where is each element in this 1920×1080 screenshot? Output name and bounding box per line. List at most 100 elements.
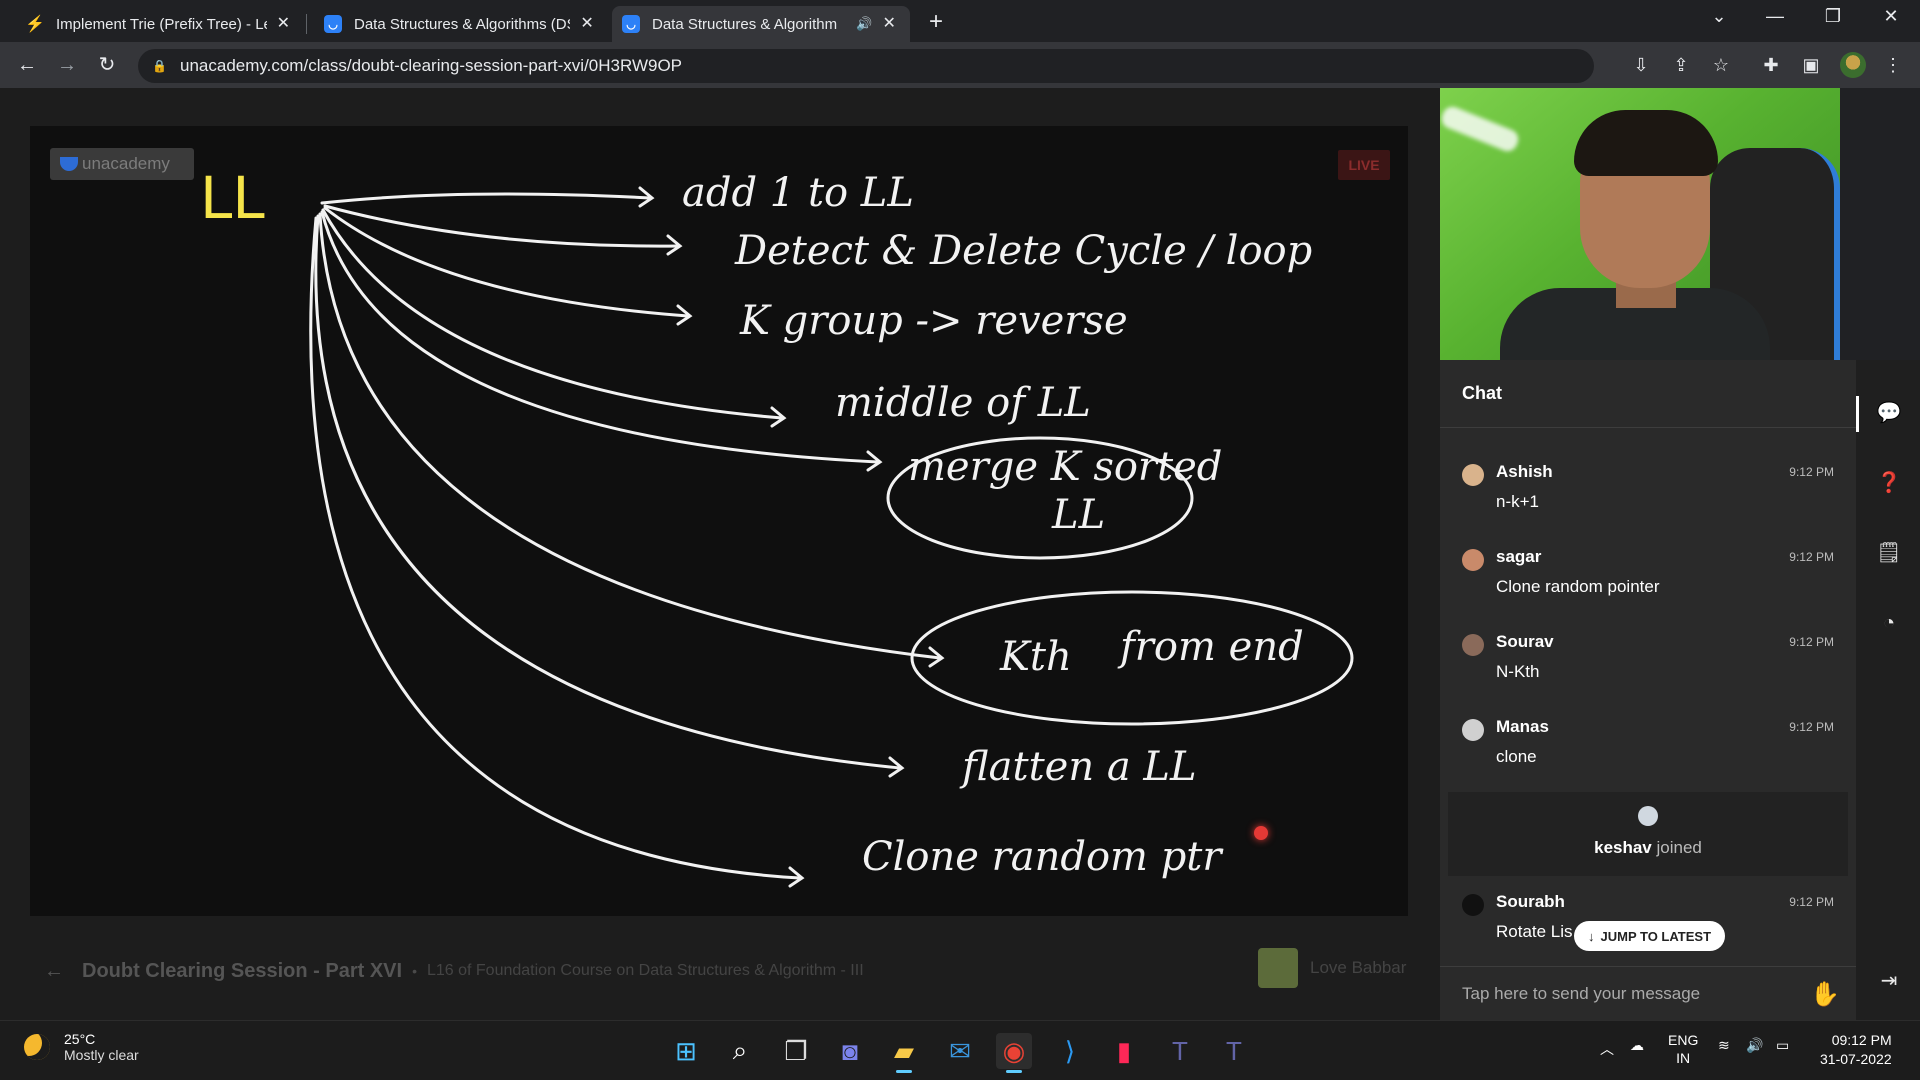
chrome-icon[interactable]: ◉ [996,1033,1032,1073]
note-merge-ll: LL [1051,492,1105,538]
session-title: Doubt Clearing Session - Part XVI [82,959,403,982]
note-detect-cycle: Detect & Delete Cycle / loop [734,228,1312,274]
chat-username: sagar [1496,547,1542,566]
side-rail: 💬 ❓ 🗒 ◔ ⇥ [1856,360,1920,1020]
new-tab-button[interactable]: + [922,8,950,36]
chat-text: n-k+1 [1496,492,1539,511]
close-tab-icon[interactable]: ✕ [578,15,596,33]
search-icon[interactable]: ⌕ [722,1033,758,1069]
arrow-down-icon: ↓ [1588,928,1595,944]
chat-username: Sourav [1496,632,1554,651]
wifi-icon[interactable]: ≋ [1718,1037,1730,1054]
note-add-one: add 1 to LL [682,170,914,216]
address-bar[interactable]: 🔒 unacademy.com/class/doubt-clearing-ses… [138,49,1594,83]
exit-icon[interactable]: ⇥ [1876,968,1902,994]
volume-icon[interactable]: 🔊 [1746,1037,1763,1054]
vscode-icon[interactable]: ⟩ [1052,1033,1088,1069]
tab-unacademy-1[interactable]: ◡ Data Structures & Algorithms (DS ✕ [314,6,606,42]
tab-title: Implement Trie (Prefix Tree) - Lee [56,15,267,33]
arrow-2 [323,204,680,248]
moon-icon [24,1034,50,1060]
share-icon[interactable]: ⇪ [1668,52,1694,78]
install-app-icon[interactable]: ⇩ [1628,52,1654,78]
separator-dot: • [412,963,417,979]
weather-widget[interactable]: 25°C Mostly clear [24,1031,139,1063]
join-notice: keshav joined [1448,792,1848,876]
educator-avatar [1258,948,1298,988]
close-window-button[interactable]: ✕ [1876,6,1906,27]
arrow-3 [323,206,690,318]
notes-heading: LL [200,164,265,232]
speaker-icon[interactable]: 🔊 [856,16,872,32]
teams-chat-icon[interactable]: ◙ [832,1033,868,1069]
extensions-puzzle-icon[interactable]: ✚ [1758,52,1784,78]
bookmark-star-icon[interactable]: ☆ [1708,52,1734,78]
leetcode-icon: ⚡ [25,16,45,33]
user-avatar [1462,464,1484,486]
chat-time: 9:12 PM [1789,550,1834,564]
user-avatar [1462,549,1484,571]
windows-taskbar: 25°C Mostly clear ⊞ ⌕ ❐ ◙ ▰ ✉ ◉ ⟩ ▮ T T … [0,1020,1920,1080]
tab-leetcode[interactable]: ⚡ Implement Trie (Prefix Tree) - Lee ✕ [16,6,302,42]
docker-icon[interactable]: ☁ [1630,1037,1644,1054]
notes-icon[interactable]: 🗒 [1876,540,1902,566]
chat-input-placeholder: Tap here to send your message [1462,983,1701,1003]
user-avatar [1462,634,1484,656]
tab-title: Data Structures & Algorithm [652,15,838,33]
clock-time: 09:12 PM [1831,1032,1892,1048]
back-arrow-icon[interactable]: ← [44,960,64,983]
chat-icon[interactable]: 💬 [1876,400,1902,426]
chat-username: Manas [1496,717,1549,736]
teams-work-icon[interactable]: T [1216,1033,1252,1069]
poll-icon[interactable]: ◔ [1876,610,1902,636]
teams-icon[interactable]: T [1162,1033,1198,1069]
url-text[interactable]: unacademy.com/class/doubt-clearing-sessi… [180,56,682,76]
battery-icon[interactable]: ▭ [1776,1037,1789,1054]
unacademy-icon: ◡ [324,15,342,33]
note-clone-random: Clone random ptr [862,834,1224,880]
chat-time: 9:12 PM [1789,720,1834,734]
educator-name: Love Babbar [1310,958,1407,977]
handwritten-notes: LL add 1 to LL Detect & Delete Cycle / l… [200,164,1354,888]
back-icon[interactable]: ← [14,52,40,78]
close-tab-icon[interactable]: ✕ [275,15,292,33]
chat-message-input[interactable]: Tap here to send your message [1440,966,1856,1020]
video-light [1440,103,1522,155]
doubts-question-icon[interactable]: ❓ [1876,470,1902,496]
menu-kebab-icon[interactable]: ⋮ [1880,52,1906,78]
note-flatten: flatten a LL [959,744,1197,790]
show-hidden-icons-icon[interactable]: ︿ [1600,1039,1614,1059]
profile-avatar[interactable] [1840,52,1866,78]
lock-icon[interactable]: 🔒 [152,59,167,73]
jump-label: JUMP TO LATEST [1600,928,1712,944]
user-avatar [1462,719,1484,741]
intellij-icon[interactable]: ▮ [1106,1033,1142,1069]
jump-to-latest-button[interactable]: ↓ JUMP TO LATEST [1574,921,1726,951]
mail-icon[interactable]: ✉ [942,1033,978,1069]
user-avatar [1638,806,1658,826]
arrow-6 [318,212,942,660]
lang-top: ENG [1668,1032,1699,1048]
file-explorer-icon[interactable]: ▰ [886,1033,922,1073]
educator-info[interactable]: Love Babbar [1258,948,1406,988]
language-indicator[interactable]: ENG IN [1668,1031,1698,1067]
forward-icon[interactable]: → [54,52,80,78]
note-merge-k-sorted: merge K sorted [908,444,1222,490]
reload-icon[interactable]: ↻ [94,52,120,78]
weather-temperature: 25°C [64,1031,96,1047]
browser-toolbar: ← → ↻ 🔒 unacademy.com/class/doubt-cleari… [0,42,1920,88]
side-panel-icon[interactable]: ▣ [1798,52,1824,78]
close-tab-icon[interactable]: ✕ [880,15,898,33]
tab-search-icon[interactable]: ⌄ [1704,6,1734,27]
task-view-icon[interactable]: ❐ [778,1033,814,1069]
clock[interactable]: 09:12 PM 31-07-2022 [1820,1031,1892,1069]
join-text: keshav joined [1448,838,1848,858]
tab-unacademy-active[interactable]: ◡ Data Structures & Algorithm 🔊 ✕ [612,6,910,42]
windows-start-icon[interactable]: ⊞ [668,1033,704,1069]
note-middle: middle of LL [835,380,1091,426]
clap-icon[interactable]: ✋ [1810,980,1840,1009]
restore-button[interactable]: ❐ [1818,6,1848,27]
minimize-button[interactable]: — [1760,6,1790,27]
session-subtitle[interactable]: L16 of Foundation Course on Data Structu… [427,962,864,980]
active-indicator [1856,396,1859,432]
